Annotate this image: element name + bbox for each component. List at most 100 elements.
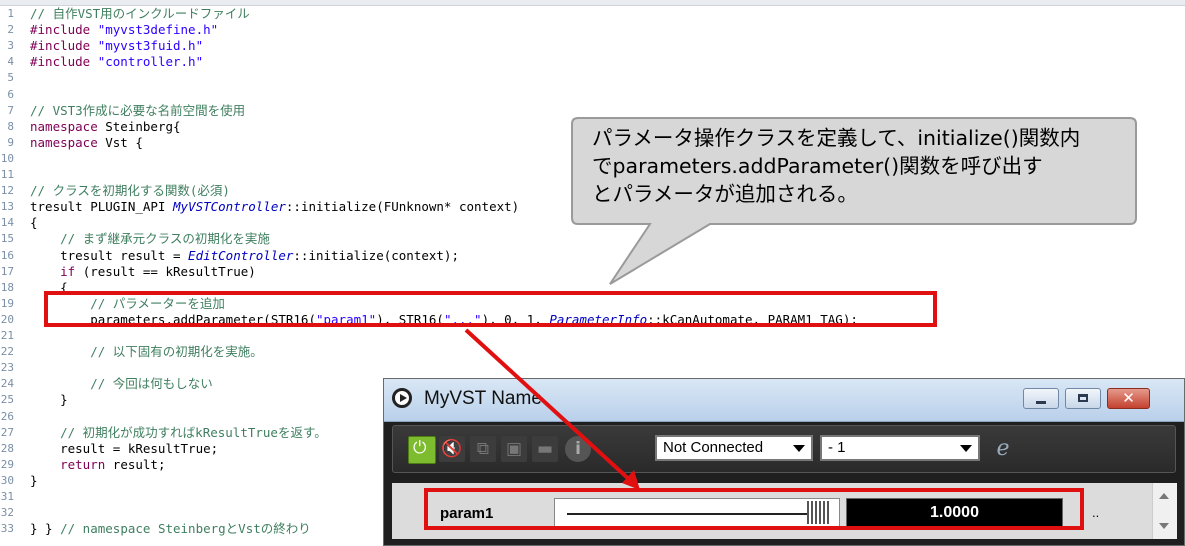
app-icon: [392, 388, 412, 408]
close-icon: ✕: [1122, 389, 1135, 407]
mute-icon[interactable]: 🔇: [439, 436, 465, 462]
code-text: Steinberg{: [97, 118, 181, 134]
code-line-33: } } // namespace SteinbergとVstの終わり: [30, 521, 311, 537]
minimize-button[interactable]: [1023, 388, 1059, 409]
class-name: EditController: [188, 247, 294, 263]
code-editor[interactable]: 1 2 3 4 5 6 7 8 9 10 11 12 13 14 15 16 17 18 19 20 21 22 23 24 2…: [0, 0, 1185, 546]
line-number: 30: [0, 473, 14, 487]
line-number: 26: [0, 409, 14, 423]
line-number: 4: [7, 55, 14, 69]
code-line-12: // クラスを初期化する関数(必須): [30, 183, 230, 199]
line-number: 33: [0, 522, 14, 536]
maximize-button[interactable]: [1065, 388, 1101, 409]
bypass-icon[interactable]: ⧉: [470, 436, 496, 462]
code-text: ::initialize(context);: [293, 247, 459, 263]
code-line-7: // VST3作成に必要な名前空間を使用: [30, 102, 246, 118]
program-select[interactable]: - 1: [820, 435, 980, 461]
line-number: 1: [7, 7, 14, 20]
code-line-30: }: [30, 472, 38, 488]
window-title: MyVST Name: [424, 388, 542, 409]
callout-line-1: パラメータ操作クラスを定義して、initialize()関数内: [592, 126, 1081, 150]
keyword: if: [60, 263, 76, 279]
save-icon[interactable]: ▣: [501, 436, 527, 462]
keyword: namespace: [30, 118, 98, 134]
class-name: MyVSTController: [173, 199, 286, 215]
code-line-3: #include "myvst3fuid.h": [30, 38, 203, 54]
line-number: 17: [0, 264, 14, 278]
code-text: Vst {: [97, 134, 143, 150]
code-line-14: {: [30, 215, 38, 231]
chevron-down-icon: [793, 445, 805, 452]
highlight-box-code: [44, 291, 937, 327]
scroll-up-icon[interactable]: [1159, 493, 1169, 499]
line-number: 31: [0, 490, 14, 503]
code-text: ::initialize(FUnknown* context): [285, 199, 520, 215]
line-number: 6: [7, 87, 14, 101]
line-number-gutter: 1 2 3 4 5 6 7 8 9 10 11 12 13 14 15 16 17 18 19 20 21 22 23 24 2…: [0, 6, 22, 546]
line-number: 14: [0, 216, 14, 230]
connection-select[interactable]: Not Connected: [655, 435, 813, 461]
include-directive: #include: [30, 54, 98, 70]
line-number: 28: [0, 441, 14, 455]
line-number: 3: [7, 39, 14, 53]
line-number: 2: [7, 23, 14, 37]
scrollbar[interactable]: [1152, 483, 1177, 539]
line-number: 9: [7, 135, 14, 149]
line-number: 12: [0, 184, 14, 198]
callout-line-3: とパラメータが追加される。: [592, 182, 858, 206]
code-line-4: #include "controller.h": [30, 54, 203, 70]
code-line-8: namespace Steinberg{: [30, 119, 181, 135]
line-number: 10: [0, 151, 14, 165]
code-text: result;: [105, 456, 166, 472]
close-button[interactable]: ✕: [1107, 388, 1150, 409]
code-line-29: return result;: [30, 457, 165, 473]
line-number: 32: [0, 506, 14, 520]
include-file: "myvst3fuid.h": [97, 38, 204, 54]
line-number: 24: [0, 377, 14, 391]
code-line-16: tresult result = EditController::initial…: [30, 248, 459, 264]
code-line-9: namespace Vst {: [30, 135, 143, 151]
line-number: 18: [0, 280, 14, 294]
connection-select-value: Not Connected: [663, 439, 764, 456]
line-number: 23: [0, 361, 14, 375]
code-line-27: // 初期化が成功すればkResultTrueを返す。: [30, 424, 327, 440]
info-icon[interactable]: i: [565, 436, 591, 462]
open-folder-icon[interactable]: ▬: [532, 436, 558, 462]
keyword: return: [60, 456, 106, 472]
callout-text: パラメータ操作クラスを定義して、initialize()関数内 でparamet…: [592, 124, 1132, 208]
code-text: (result == kResultTrue): [75, 263, 256, 279]
code-line-24: // 今回は何もしない: [30, 376, 213, 392]
param-unit: ..: [1092, 505, 1100, 520]
window-titlebar[interactable]: MyVST Name ✕: [384, 379, 1184, 422]
line-number: 29: [0, 457, 14, 471]
code-line-22: // 以下固有の初期化を実施。: [30, 344, 263, 360]
line-number: 21: [0, 329, 14, 342]
scroll-down-icon[interactable]: [1159, 523, 1169, 529]
code-line-15: // まず継承元クラスの初期化を実施: [30, 231, 270, 247]
code-line-13: tresult PLUGIN_API MyVSTController::init…: [30, 199, 519, 215]
comment: // namespace SteinbergとVstの終わり: [60, 521, 311, 537]
line-number: 27: [0, 425, 14, 439]
chevron-down-icon: [960, 445, 972, 452]
code-text: tresult result =: [30, 247, 189, 263]
keyword: namespace: [30, 134, 98, 150]
line-number: 19: [0, 296, 14, 310]
power-icon[interactable]: [408, 436, 436, 464]
code-line-17: if (result == kResultTrue): [30, 264, 256, 280]
highlight-box-param: [424, 488, 1084, 530]
plugin-toolbar: 🔇 ⧉ ▣ ▬ i Not Connected - 1 e: [392, 425, 1176, 473]
line-number: 5: [7, 71, 14, 85]
include-file: "myvst3define.h": [97, 22, 219, 38]
edit-icon[interactable]: e: [988, 434, 1018, 464]
code-text: } }: [30, 521, 61, 537]
line-number: 15: [0, 232, 14, 246]
code-line-25: }: [30, 392, 68, 408]
line-number: 11: [0, 168, 14, 181]
code-text: tresult PLUGIN_API: [30, 199, 173, 215]
include-directive: #include: [30, 38, 98, 54]
line-number: 25: [0, 393, 14, 407]
callout-line-2: でparameters.addParameter()関数を呼び出す: [592, 154, 1043, 178]
include-directive: #include: [30, 22, 98, 38]
